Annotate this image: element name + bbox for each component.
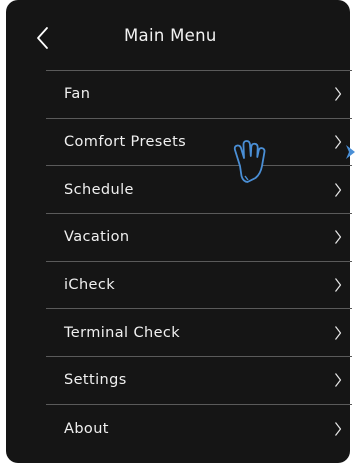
menu-item-about[interactable]: About [46, 405, 352, 453]
chevron-right-icon [335, 278, 342, 292]
device-frame: Main Menu Fan Comfort Presets Schedule V… [6, 0, 352, 463]
page-title: Main Menu [124, 26, 217, 45]
menu-item-label: iCheck [64, 277, 116, 294]
menu-item-terminal-check[interactable]: Terminal Check [46, 309, 352, 358]
menu-item-icheck[interactable]: iCheck [46, 262, 352, 310]
menu-item-label: Settings [64, 372, 127, 389]
menu-item-label: Comfort Presets [64, 134, 187, 151]
chevron-right-icon [335, 325, 342, 340]
menu-item-label: Vacation [64, 229, 130, 246]
menu-item-comfort-presets[interactable]: Comfort Presets [46, 119, 352, 167]
chevron-left-icon[interactable] [36, 26, 50, 50]
menu-item-vacation[interactable]: Vacation [46, 214, 352, 262]
chevron-right-icon [335, 373, 342, 388]
menu-item-label: Terminal Check [64, 324, 181, 341]
menu-item-label: Schedule [64, 181, 134, 198]
chevron-right-icon [335, 230, 342, 245]
chevron-right-icon [335, 87, 342, 102]
main-menu-list: Fan Comfort Presets Schedule Vacation iC… [46, 71, 352, 453]
main-menu-screen: Main Menu Fan Comfort Presets Schedule V… [24, 0, 352, 463]
chevron-right-icon [335, 182, 342, 197]
chevron-right-icon [335, 135, 342, 149]
menu-item-label: Fan [64, 86, 91, 103]
arrow-right-icon [346, 145, 355, 159]
chevron-right-icon [335, 421, 342, 436]
menu-item-fan[interactable]: Fan [46, 71, 352, 119]
menu-item-settings[interactable]: Settings [46, 357, 352, 405]
menu-item-label: About [64, 420, 109, 437]
menu-item-schedule[interactable]: Schedule [46, 166, 352, 215]
